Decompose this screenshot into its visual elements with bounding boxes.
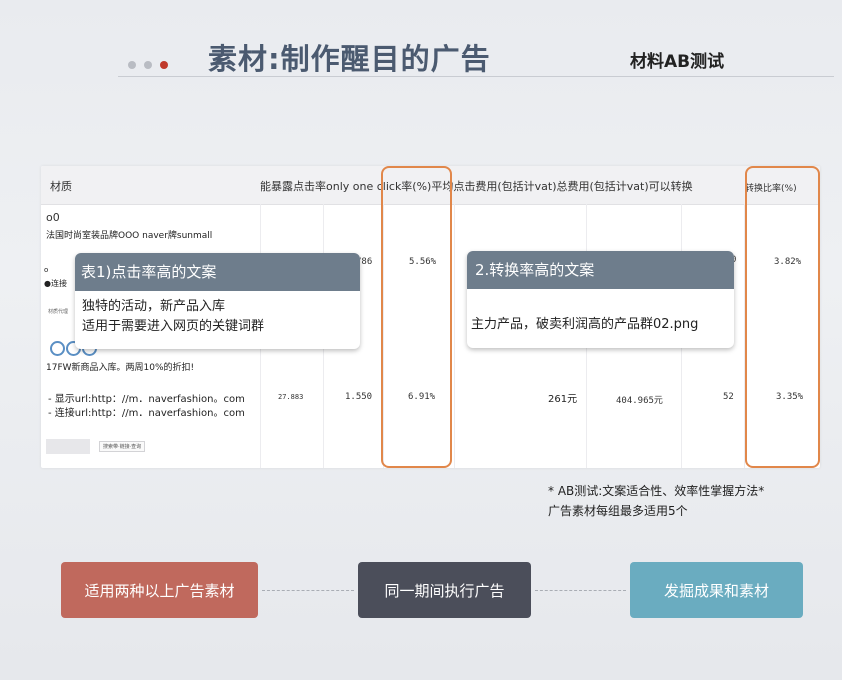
column-divider bbox=[454, 204, 455, 468]
step-apply-multiple-creatives: 适用两种以上广告素材 bbox=[61, 562, 258, 618]
callout-title: 2.转换率高的文案 bbox=[467, 251, 734, 289]
callout-line: 适用于需要进入网页的关键词群 bbox=[82, 319, 265, 334]
ab-test-note: * AB测试:文案适合性、效率性掌握方法* 广告素材每组最多适用5个 bbox=[548, 481, 764, 521]
conversion-column-highlight bbox=[745, 166, 820, 468]
header-divider bbox=[118, 76, 834, 77]
note-line: 广告素材每组最多适用5个 bbox=[548, 504, 688, 518]
thumbnail-placeholder bbox=[46, 439, 90, 454]
note-line: * AB测试:文案适合性、效率性掌握方法* bbox=[548, 484, 765, 498]
callout-body: 独特的活动，新产品入库 适用于需要进入网页的关键词群 bbox=[75, 291, 360, 337]
step-connector bbox=[535, 590, 626, 591]
column-header-material: 材质 bbox=[50, 180, 72, 193]
row2-avg-cpc: 261元 bbox=[548, 394, 578, 405]
row2-total-cost: 404.965元 bbox=[616, 396, 663, 406]
callout-title: 表1)点击率高的文案 bbox=[75, 253, 360, 291]
ad-link-partial: ●连接 bbox=[44, 279, 67, 288]
column-header-metrics: 能暴露点击率only one click率(%)平均点击费用(包括计vat)总费… bbox=[260, 180, 693, 193]
indicator-dot-active[interactable] bbox=[160, 61, 168, 69]
callout-high-ctr: 表1)点击率高的文案 独特的活动，新产品入库 适用于需要进入网页的关键词群 bbox=[75, 253, 360, 349]
indicator-dot[interactable] bbox=[128, 61, 136, 69]
callout-body: 主力产品，破卖利润高的产品群02.png bbox=[471, 317, 699, 332]
ad-tag-partial: 材质代理 bbox=[48, 309, 69, 315]
step-connector bbox=[262, 590, 354, 591]
row2-clicks: 1.550 bbox=[345, 392, 373, 402]
ctr-column-highlight bbox=[381, 166, 452, 468]
step-discover-results: 发掘成果和素材 bbox=[630, 562, 803, 618]
callout-high-conversion: 2.转换率高的文案 主力产品，破卖利润高的产品群02.png bbox=[467, 251, 734, 348]
ad-title: 法国时尚室装品牌OOO naver牌sunmall bbox=[46, 231, 213, 241]
ad-prefix: o0 bbox=[46, 211, 60, 224]
page-title: 素材:制作醒目的广告 bbox=[208, 42, 491, 76]
callout-line: 独特的活动，新产品入库 bbox=[82, 299, 226, 314]
row2-conversions: 52 bbox=[723, 392, 734, 402]
page-subtitle: 材料AB测试 bbox=[630, 52, 725, 72]
slide-indicator bbox=[128, 61, 168, 69]
search-link-button[interactable]: 搜索带·链接·查询 bbox=[99, 441, 146, 452]
ad-line-partial: o bbox=[44, 266, 49, 274]
step-run-same-period: 同一期间执行广告 bbox=[358, 562, 531, 618]
row2-impressions: 27.883 bbox=[278, 393, 304, 401]
display-url: - 显示url:http：//m．naverfashion。com bbox=[48, 394, 245, 405]
indicator-dot[interactable] bbox=[144, 61, 152, 69]
link-url: - 连接url:http：//m．naverfashion。com bbox=[48, 408, 245, 419]
ad-title: 17FW新商品入库。两周10%的折扣! bbox=[46, 363, 195, 373]
logo-circle-icon bbox=[50, 341, 65, 356]
